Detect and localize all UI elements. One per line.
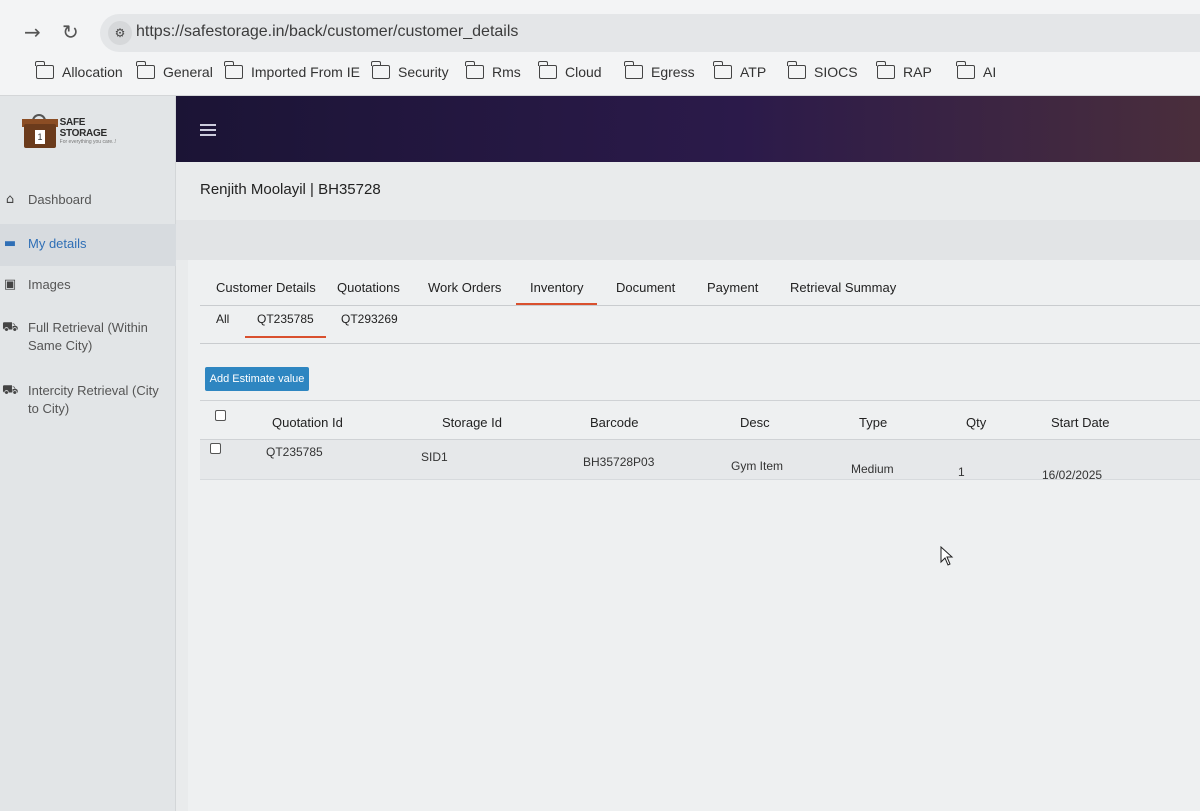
- bookmark-folder[interactable]: Allocation: [35, 61, 123, 80]
- sidebar-item-my-details[interactable]: ▬ My details: [0, 224, 176, 266]
- main-tabs: Customer Details Quotations Work Orders …: [200, 272, 1200, 306]
- content-band: [176, 220, 1200, 260]
- reload-icon[interactable]: ↻: [62, 20, 79, 44]
- image-icon: ▣: [3, 277, 17, 292]
- col-barcode[interactable]: Barcode: [590, 415, 638, 430]
- folder-icon: [787, 61, 806, 79]
- cell-quotation-id: QT235785: [266, 445, 323, 459]
- col-qty[interactable]: Qty: [966, 415, 986, 430]
- col-type[interactable]: Type: [859, 415, 887, 430]
- home-icon: ⌂: [5, 192, 15, 207]
- sidebar-item-dashboard[interactable]: ⌂ Dashboard: [0, 192, 176, 218]
- tab-quotations[interactable]: Quotations: [337, 280, 400, 303]
- folder-icon: [624, 61, 643, 79]
- subtab-all[interactable]: All: [204, 312, 241, 336]
- folder-icon: [956, 61, 975, 79]
- logo-title: SAFE STORAGE: [59, 117, 107, 139]
- bookmark-folder[interactable]: Egress: [624, 61, 695, 80]
- bookmark-folder[interactable]: Rms: [465, 61, 521, 80]
- bookmark-folder[interactable]: RAP: [876, 61, 932, 80]
- cell-desc: Gym Item: [731, 459, 784, 473]
- quotation-sub-tabs: All QT235785 QT293269: [200, 306, 1200, 344]
- tab-retrieval-summary[interactable]: Retrieval Summay: [790, 280, 896, 303]
- logo-tagline: For everything you care..!: [59, 139, 117, 145]
- id-card-icon: ▬: [3, 236, 17, 251]
- bookmark-folder[interactable]: SIOCS: [787, 61, 858, 80]
- tab-document[interactable]: Document: [616, 280, 675, 303]
- table-header: Quotation Id Storage Id Barcode Desc Typ…: [200, 400, 1200, 440]
- col-storage-id[interactable]: Storage Id: [442, 415, 502, 430]
- bookmark-folder[interactable]: Imported From IE: [224, 61, 360, 80]
- cell-barcode: BH35728P03: [583, 455, 655, 469]
- folder-icon: [35, 61, 54, 79]
- folder-icon: [713, 61, 732, 79]
- bookmark-folder[interactable]: Security: [371, 61, 449, 80]
- site-settings-icon[interactable]: ⚙: [108, 21, 132, 45]
- table-row[interactable]: QT235785 SID1 BH35728P03 Gym Item Medium…: [200, 440, 1200, 482]
- subtab-qt235785[interactable]: QT235785: [245, 312, 326, 338]
- page-title: Renjith Moolayil | BH35728: [200, 181, 381, 198]
- mouse-cursor-icon: [940, 546, 954, 566]
- select-all-checkbox[interactable]: [215, 410, 226, 421]
- storage-box-icon: 1: [22, 114, 58, 148]
- forward-icon[interactable]: →: [24, 20, 41, 44]
- bookmarks-bar: Allocation General Imported From IE Secu…: [0, 60, 1200, 90]
- bookmark-folder[interactable]: General: [136, 61, 213, 80]
- truck-icon: ⛟: [2, 383, 19, 398]
- tab-payment[interactable]: Payment: [707, 280, 758, 303]
- folder-icon: [224, 61, 243, 79]
- sidebar-item-full-retrieval[interactable]: ⛟ Full Retrieval (Within Same City): [0, 319, 176, 359]
- tab-work-orders[interactable]: Work Orders: [428, 280, 501, 303]
- cell-storage-id: SID1: [421, 450, 448, 464]
- folder-icon: [465, 61, 484, 79]
- tab-inventory[interactable]: Inventory: [516, 280, 598, 305]
- sidebar: 1 SAFE STORAGE For everything you care..…: [0, 96, 176, 811]
- add-estimate-button[interactable]: Add Estimate value: [205, 367, 309, 391]
- cell-type: Medium: [851, 462, 894, 476]
- folder-icon: [876, 61, 895, 79]
- url-text[interactable]: https://safestorage.in/back/customer/cus…: [136, 23, 518, 41]
- folder-icon: [136, 61, 155, 79]
- menu-icon[interactable]: [200, 124, 216, 136]
- sidebar-item-images[interactable]: ▣ Images: [0, 277, 176, 303]
- address-bar[interactable]: ⚙ https://safestorage.in/back/customer/c…: [100, 14, 1200, 52]
- folder-icon: [538, 61, 557, 79]
- folder-icon: [371, 61, 390, 79]
- col-start-date[interactable]: Start Date: [1051, 415, 1110, 430]
- sidebar-item-intercity-retrieval[interactable]: ⛟ Intercity Retrieval (City to City): [0, 382, 176, 422]
- bookmark-folder[interactable]: Cloud: [538, 61, 602, 80]
- tab-customer-details[interactable]: Customer Details: [216, 280, 316, 303]
- row-checkbox[interactable]: [210, 443, 221, 454]
- col-desc[interactable]: Desc: [740, 415, 770, 430]
- top-header: [176, 96, 1200, 162]
- browser-chrome: → ↻ ⚙ https://safestorage.in/back/custom…: [0, 0, 1200, 96]
- cell-start-date: 16/02/2025: [1042, 468, 1103, 482]
- bookmark-folder[interactable]: AI: [956, 61, 996, 80]
- subtab-qt293269[interactable]: QT293269: [329, 312, 410, 336]
- cart-icon: ⛟: [2, 320, 19, 335]
- bookmark-folder[interactable]: ATP: [713, 61, 766, 80]
- col-quotation-id[interactable]: Quotation Id: [272, 415, 343, 430]
- safe-storage-logo[interactable]: 1 SAFE STORAGE For everything you care..…: [22, 108, 132, 154]
- cell-qty: 1: [958, 465, 965, 479]
